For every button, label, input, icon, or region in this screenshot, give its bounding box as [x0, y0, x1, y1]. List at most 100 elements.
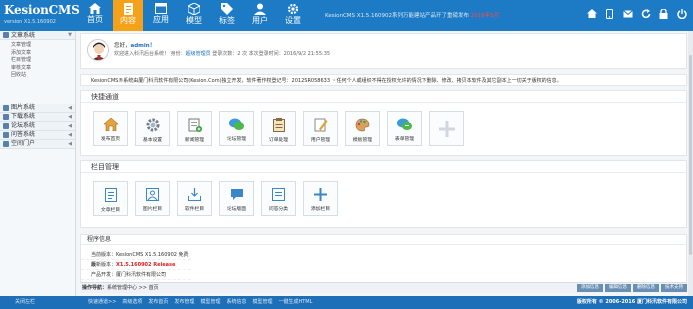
refresh-icon[interactable]	[640, 8, 651, 19]
brand-name: KesionCMS	[4, 3, 80, 17]
column-images[interactable]: 图片栏目	[135, 181, 170, 216]
home-icon	[103, 118, 118, 131]
footer-copyright: 版权所有 © 2006-2016 厦门科汛软件有限公司	[576, 299, 687, 305]
column-software[interactable]: 软件栏目	[177, 181, 212, 216]
column-tiles: 文章栏目 图片栏目 软件栏目 论坛版面 问答分类 添加栏目	[81, 173, 686, 216]
sidebar-item[interactable]: 栏目管理	[0, 57, 75, 65]
comment-icon	[230, 189, 243, 200]
program-row: 产品开发：厦门科汛软件有限公司	[81, 270, 191, 280]
nav-label: 应用	[153, 15, 169, 24]
footer-link[interactable]: 模型管理	[200, 296, 220, 309]
footer-link[interactable]: 发布首页	[148, 296, 168, 309]
quick-publish-home[interactable]: 发布首页	[93, 111, 128, 146]
username: admin！	[130, 43, 156, 49]
sidebar-item[interactable]: 审核文章	[0, 65, 75, 73]
mail-icon[interactable]	[622, 8, 633, 19]
quick-user-manage[interactable]: 用户管理	[303, 111, 338, 146]
row-value: X1.5.160902 Release	[116, 262, 176, 268]
sidebar-item[interactable]: 文章管理	[0, 42, 75, 50]
footer-bar: 关闭左栏 快速通道>> 高级选项 发布首页 发布管理 模型管理 系统信息 模型管…	[0, 296, 693, 309]
mobile-icon[interactable]	[604, 8, 615, 19]
quick-form-manage[interactable]: 表单管理	[387, 111, 422, 146]
add-info-button[interactable]: 添加信息	[577, 284, 603, 292]
nav-content[interactable]: 内容	[113, 0, 143, 31]
power-icon[interactable]	[676, 8, 687, 19]
image-icon	[146, 188, 159, 201]
nav-settings[interactable]: 设置	[278, 0, 308, 31]
panel-title: 程序信息	[81, 235, 686, 245]
sidebar-item[interactable]: 回收站	[0, 72, 75, 80]
tile-label: 新闻管理	[184, 138, 205, 143]
column-forum-boards[interactable]: 论坛版面	[219, 181, 254, 216]
quick-forum-manage[interactable]: 论坛管理	[219, 111, 254, 146]
footer-link[interactable]: 高级选项	[122, 296, 142, 309]
plus-icon	[314, 188, 327, 201]
announcement-text: KesionCMS X1.5.160902系列万能建站产品开了重磅发布	[325, 13, 470, 19]
scrollbar-thumb[interactable]	[689, 55, 692, 255]
sidebar-item[interactable]: 添加文章	[0, 50, 75, 58]
column-add[interactable]: 添加栏目	[303, 181, 338, 216]
welcome-panel: 您好，admin！ 欢迎进入科汛后台系统！ 身份：超级管理员 登录次数：2 次 …	[80, 33, 687, 69]
sidebar-section-label: 论坛系统	[11, 122, 36, 129]
sidebar-section-label: 空间门户	[11, 140, 36, 147]
document-icon	[104, 188, 117, 202]
qa-icon	[3, 131, 9, 138]
sidebar-section-label: 下载系统	[11, 113, 36, 120]
tag-icon	[221, 3, 233, 15]
home-icon	[89, 3, 101, 14]
column-qa-categories[interactable]: 问答分类	[261, 181, 296, 216]
welcome-greeting: 您好，admin！	[114, 41, 155, 49]
column-manage-panel: 栏目管理 文章栏目 图片栏目 软件栏目 论坛版面 问答分类 添加栏目	[80, 160, 687, 228]
main-content: 您好，admin！ 欢迎进入科汛后台系统！ 身份：超级管理员 登录次数：2 次 …	[80, 33, 687, 292]
nav-models[interactable]: 模型	[179, 0, 209, 31]
footer-link[interactable]: 快速通道>>	[88, 296, 116, 309]
nav-label: 首页	[87, 15, 103, 24]
user-role: 超级管理员	[185, 51, 211, 57]
tile-label: 发布首页	[100, 137, 121, 142]
nav-apps[interactable]: 应用	[146, 0, 176, 31]
nav-home[interactable]: 首页	[80, 0, 110, 31]
sidebar: 文章系统 ▼ 文章管理 添加文章 栏目管理 审核文章 回收站 图片系统 ◀ 下载…	[0, 31, 76, 296]
qa-icon	[272, 188, 285, 201]
lock-icon[interactable]	[658, 8, 669, 19]
footer-link[interactable]: 发布管理	[174, 296, 194, 309]
main-nav: 首页 内容 应用 模型 标签 用户 设置	[80, 0, 311, 31]
sidebar-section-space[interactable]: 空间门户 ◀	[0, 139, 75, 149]
footer-links: 快速通道>> 高级选项 发布首页 发布管理 模型管理 系统信息 模型管理 一键生…	[88, 296, 312, 309]
quick-news-manage[interactable]: 新闻管理	[177, 111, 212, 146]
delete-info-button[interactable]: 删除信息	[633, 284, 659, 292]
copyright-notice: KesionCMS®系统由厦门科汛软件有限公司(Kesion.Com)独立开发，…	[80, 74, 687, 86]
nav-label: 设置	[285, 16, 301, 25]
edit-info-button[interactable]: 编辑信息	[605, 284, 631, 292]
welcome-line-prefix: 欢迎进入科汛后台系统！ 身份：	[114, 51, 186, 57]
footer-link[interactable]: 模型管理	[252, 296, 272, 309]
nav-users[interactable]: 用户	[245, 0, 275, 31]
row-label: 产品开发：	[91, 272, 117, 278]
nav-label: 用户	[252, 16, 268, 25]
support-button[interactable]: 技术支持	[661, 284, 687, 292]
panel-title: 快捷通道	[81, 91, 686, 103]
home-icon[interactable]	[586, 8, 597, 19]
scrollbar[interactable]	[688, 31, 693, 296]
tile-label: 软件栏目	[184, 207, 205, 212]
quick-order-process[interactable]: 订单处理	[261, 111, 296, 146]
footer-link[interactable]: 一键生成HTML	[278, 296, 312, 309]
login-info: 登录次数：2 次 本次登录时间：2016/9/2 21:55:35	[212, 51, 331, 57]
breadcrumb-path[interactable]: 系统管理中心 >> 首页	[107, 285, 159, 291]
announcement[interactable]: KesionCMS X1.5.160902系列万能建站产品开了重磅发布 2016…	[325, 11, 499, 19]
sidebar-section-articles[interactable]: 文章系统 ▼	[0, 31, 75, 40]
download-icon	[3, 113, 9, 120]
column-articles[interactable]: 文章栏目	[93, 181, 128, 216]
nav-tags[interactable]: 标签	[212, 0, 242, 31]
row-label: 最新版本：	[91, 262, 117, 268]
palette-icon	[355, 118, 370, 132]
close-sidebar-button[interactable]: 关闭左栏	[15, 296, 35, 309]
news-icon	[188, 118, 202, 132]
add-shortcut-tile[interactable]	[429, 111, 464, 146]
quick-basic-settings[interactable]: 基本设置	[135, 111, 170, 146]
program-row: 当前版本：KesionCMS X1.5.160902 免费版	[81, 250, 191, 268]
tile-label: 图片栏目	[142, 207, 163, 212]
quick-template-manage[interactable]: 模板管理	[345, 111, 380, 146]
footer-link[interactable]: 系统信息	[226, 296, 246, 309]
